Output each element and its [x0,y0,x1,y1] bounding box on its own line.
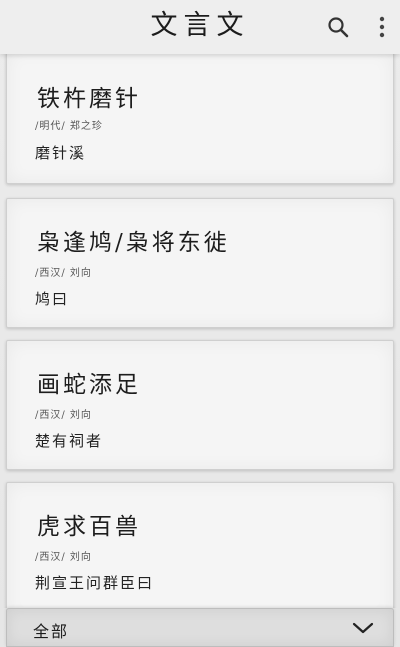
article-card[interactable]: 铁杵磨针 /明代/ 郑之珍 磨针溪 [6,54,394,184]
more-options-button[interactable] [364,9,400,45]
article-title: 画蛇添足 [37,372,141,398]
article-author: /明代/ 郑之珍 [35,121,103,132]
chevron-down-icon [352,622,374,634]
article-author: /西汉/ 刘向 [35,268,92,279]
article-list[interactable]: 铁杵磨针 /明代/ 郑之珍 磨针溪 枭逢鸠/枭将东徙 /西汉/ 刘向 鸠曰 画蛇… [0,54,400,608]
search-icon [328,17,349,38]
top-app-bar: 文言文 [0,0,400,54]
article-excerpt: 楚有祠者 [35,432,104,450]
article-card[interactable]: 枭逢鸠/枭将东徙 /西汉/ 刘向 鸠曰 [6,198,394,328]
article-excerpt: 荆宣王问群臣曰 [35,574,155,592]
article-card[interactable]: 虎求百兽 /西汉/ 刘向 荆宣王问群臣曰 [6,482,394,608]
article-excerpt: 鸠曰 [35,290,70,308]
article-title: 铁杵磨针 [37,86,141,112]
more-vert-icon [379,16,385,38]
category-filter-dropdown[interactable]: 全部 [6,608,394,647]
search-button[interactable] [320,9,356,45]
app-root: 文言文 铁杵磨针 /明代/ 郑之珍 磨针溪 枭逢鸠/枭将东徙 /西汉/ 刘向 鸠… [0,0,400,647]
article-title: 虎求百兽 [37,514,141,540]
article-excerpt: 磨针溪 [35,144,87,162]
article-card[interactable]: 画蛇添足 /西汉/ 刘向 楚有祠者 [6,340,394,470]
category-filter-value: 全部 [33,622,70,641]
article-author: /西汉/ 刘向 [35,552,92,563]
article-author: /西汉/ 刘向 [35,410,92,421]
article-title: 枭逢鸠/枭将东徙 [37,230,230,256]
